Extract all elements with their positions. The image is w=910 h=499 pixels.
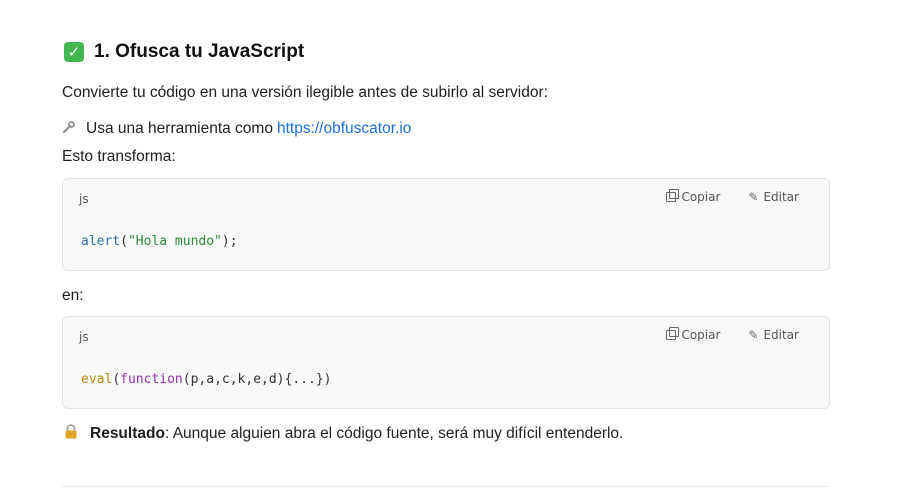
- section-title: 1. Ofusca tu JavaScript: [94, 41, 305, 62]
- edit-button[interactable]: ✎ Editar: [748, 190, 799, 204]
- lock-icon: [64, 424, 82, 444]
- code-block-original: js Copiar ✎ Editar alert("Hola mundo");: [62, 178, 830, 271]
- tool-line: Usa una herramienta como https://obfusca…: [62, 119, 411, 139]
- code-language-label: js: [79, 192, 89, 206]
- result-line: Resultado : Aunque alguien abra el códig…: [62, 424, 623, 444]
- code-token-paren: (: [120, 234, 128, 249]
- code-token-eval: eval: [81, 372, 113, 387]
- code-token-args: (p,a,c,k,e,d){...}): [182, 372, 332, 387]
- code-token-string: "Hola mundo": [127, 234, 222, 249]
- code-actions: Copiar ✎ Editar: [666, 189, 799, 204]
- result-text: : Aunque alguien abra el código fuente, …: [164, 425, 624, 442]
- transform-label: Esto transforma:: [62, 148, 176, 165]
- edit-label: Editar: [763, 190, 799, 204]
- result-label: Resultado: [90, 425, 165, 442]
- pencil-icon: ✎: [748, 328, 759, 342]
- section-heading: ✓ 1. Ofusca tu JavaScript: [64, 41, 304, 63]
- edit-label: Editar: [763, 328, 799, 342]
- code-token-paren: (: [112, 372, 121, 387]
- code-actions: Copiar ✎ Editar: [666, 327, 799, 342]
- obfuscator-link[interactable]: https://obfuscator.io: [277, 119, 411, 139]
- copy-button[interactable]: Copiar: [666, 189, 721, 204]
- copy-icon: [666, 189, 680, 202]
- wrench-icon: [62, 119, 80, 139]
- code-language-label: js: [79, 330, 89, 344]
- tool-prefix: Usa una herramienta como: [86, 120, 273, 137]
- code-token-close: );: [221, 234, 238, 249]
- code-token-keyword: function: [120, 372, 183, 387]
- intro-text: Convierte tu código en una versión ilegi…: [62, 84, 548, 101]
- copy-button[interactable]: Copiar: [666, 327, 721, 342]
- copy-label: Copiar: [681, 190, 721, 204]
- code-block-obfuscated: js Copiar ✎ Editar eval(function(p,a,c,k…: [62, 316, 830, 409]
- divider: [62, 486, 830, 487]
- en-label: en:: [62, 287, 84, 304]
- check-mark-icon: ✓: [64, 42, 84, 62]
- code-token-function: alert: [81, 234, 121, 249]
- edit-button[interactable]: ✎ Editar: [748, 328, 799, 342]
- copy-icon: [666, 327, 680, 340]
- code-content: eval(function(p,a,c,k,e,d){...}): [81, 372, 331, 387]
- copy-label: Copiar: [681, 328, 721, 342]
- code-content: alert("Hola mundo");: [81, 234, 238, 249]
- pencil-icon: ✎: [748, 190, 759, 204]
